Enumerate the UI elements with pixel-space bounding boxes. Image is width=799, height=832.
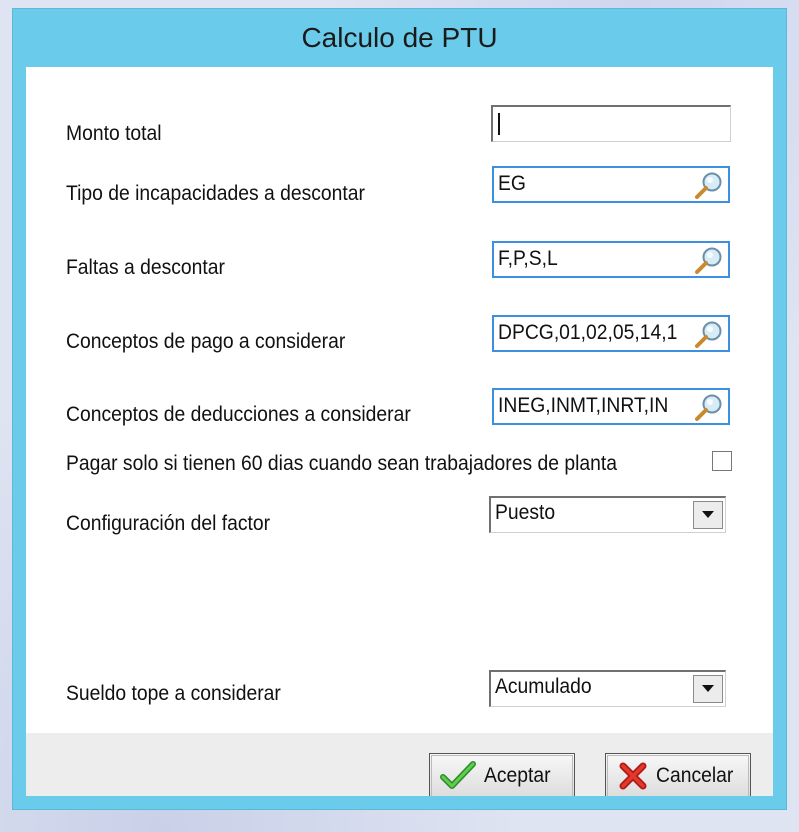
dialog-title: Calculo de PTU — [301, 22, 498, 53]
cancel-button-label: Cancelar — [656, 764, 734, 787]
pagar-60-checkbox[interactable] — [712, 451, 732, 471]
conceptos-deducciones-label: Conceptos de deducciones a considerar — [66, 403, 411, 426]
dialog-body: Monto total Tipo de incapacidades a desc… — [26, 67, 773, 796]
accept-button[interactable]: Aceptar — [429, 753, 575, 796]
dropdown-arrow-icon[interactable] — [693, 501, 723, 529]
text-caret — [498, 113, 500, 135]
pagar-60-label: Pagar solo si tienen 60 dias cuando sean… — [66, 452, 618, 475]
accept-button-label: Aceptar — [484, 764, 551, 787]
monto-total-input[interactable] — [491, 105, 731, 142]
sueldo-tope-select[interactable]: Acumulado — [489, 670, 726, 707]
tipo-incapacidades-label: Tipo de incapacidades a descontar — [66, 182, 365, 205]
conceptos-deducciones-input[interactable]: INEG,INMT,INRT,IN — [492, 388, 730, 425]
tipo-incapacidades-input[interactable]: EG — [492, 166, 730, 203]
conceptos-pago-label: Conceptos de pago a considerar — [66, 330, 346, 353]
ptu-dialog: Calculo de PTU Monto total Tipo de incap… — [12, 8, 787, 810]
dropdown-arrow-icon[interactable] — [693, 675, 723, 703]
monto-total-label: Monto total — [66, 122, 162, 145]
red-x-icon — [619, 762, 647, 790]
sueldo-tope-label: Sueldo tope a considerar — [66, 682, 281, 705]
factor-label: Configuración del factor — [66, 512, 271, 535]
green-check-icon — [440, 761, 476, 789]
faltas-input[interactable]: F,P,S,L — [492, 241, 730, 278]
dialog-footer: Aceptar Cancelar — [26, 733, 773, 796]
magnifier-icon[interactable] — [692, 392, 726, 422]
cancel-button[interactable]: Cancelar — [605, 753, 751, 796]
magnifier-icon[interactable] — [692, 245, 726, 275]
factor-select[interactable]: Puesto — [489, 496, 726, 533]
magnifier-icon[interactable] — [692, 319, 726, 349]
conceptos-pago-input[interactable]: DPCG,01,02,05,14,1 — [492, 315, 730, 352]
magnifier-icon[interactable] — [692, 170, 726, 200]
faltas-label: Faltas a descontar — [66, 256, 225, 279]
